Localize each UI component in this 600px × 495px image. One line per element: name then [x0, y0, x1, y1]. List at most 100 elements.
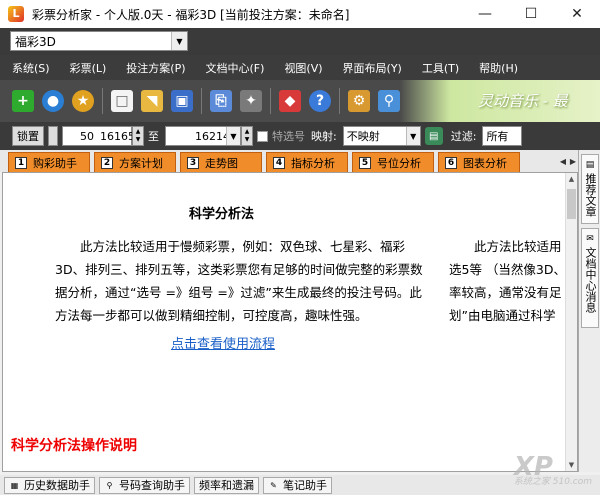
wand-icon[interactable]: ✦: [240, 90, 262, 112]
lock-button[interactable]: 锁置: [12, 126, 44, 146]
side-tab-doc-messages[interactable]: ✉ 文档中心消息: [581, 228, 599, 328]
tab-label: 号位分析: [377, 156, 421, 170]
chevron-right-icon[interactable]: ▶: [568, 154, 578, 168]
bottom-tab-label: 历史数据助手: [24, 479, 90, 492]
tab-plan[interactable]: 2 方案计划: [94, 152, 176, 172]
mapping-value: 不映射: [346, 130, 380, 143]
count-range-input[interactable]: 50 16165: [62, 126, 135, 146]
menu-tools[interactable]: 工具(T): [422, 60, 459, 76]
bottom-tab-history[interactable]: ▦ 历史数据助手: [4, 476, 95, 494]
toolbar-divider: [270, 88, 271, 114]
lottery-select[interactable]: 福彩3D ▼: [10, 31, 188, 51]
mapping-label: 映射:: [311, 130, 337, 143]
medal-icon[interactable]: ★: [72, 90, 94, 112]
diamond-icon[interactable]: ◆: [279, 90, 301, 112]
bottom-tab-number-query[interactable]: ⚲ 号码查询助手: [99, 476, 190, 494]
settings-icon[interactable]: ⚙: [348, 90, 370, 112]
special-number-checkbox[interactable]: [257, 130, 268, 142]
watermark-subtext: 系统之家 510.com: [513, 477, 592, 487]
chevron-left-icon[interactable]: ◀: [558, 154, 568, 168]
document-paragraph-next: 此方法比较适用 选5等 （当然像3D、 率较高，通常没有足 划”由电脑通过科学: [449, 235, 574, 327]
tab-trend-chart[interactable]: 3 走势图: [180, 152, 262, 172]
to-select[interactable]: 16214 ▼: [165, 126, 241, 146]
chevron-down-icon[interactable]: ▼: [226, 127, 240, 145]
tab-chart-analysis[interactable]: 6 图表分析: [438, 152, 520, 172]
print-icon[interactable]: ⎘: [210, 90, 232, 112]
document-pane: 科学分析法 此方法比较适用于慢频彩票，例如：双色球、七星彩、福彩3D、排列三、排…: [2, 172, 578, 472]
tab-label: 方案计划: [119, 156, 163, 170]
filter-select[interactable]: 所有: [482, 126, 523, 146]
special-number-label: 特选号: [272, 130, 305, 143]
help-icon[interactable]: ?: [309, 90, 331, 112]
tab-indicator-analysis[interactable]: 4 指标分析: [266, 152, 348, 172]
text-line: 划”由电脑通过科学: [449, 308, 556, 323]
document-paragraph: 此方法比较适用于慢频彩票，例如：双色球、七星彩、福彩3D、排列三、排列五等，这类…: [55, 239, 423, 323]
count-value: 50: [80, 129, 94, 143]
ad-banner[interactable]: 灵动音乐 - 最: [400, 80, 600, 122]
vertical-scrollbar[interactable]: ▲ ▼: [565, 173, 577, 471]
globe-icon[interactable]: ●: [42, 90, 64, 112]
toolbar-divider: [201, 88, 202, 114]
menu-doc-center[interactable]: 文档中心(F): [206, 60, 265, 76]
chart-icon[interactable]: ▤: [424, 127, 443, 145]
bottom-tab-bar: ▦ 历史数据助手 ⚲ 号码查询助手 频率和遗漏 ✎ 笔记助手: [0, 475, 600, 495]
message-icon: ✉: [585, 234, 595, 244]
add-icon[interactable]: +: [12, 90, 34, 112]
menu-plan[interactable]: 投注方案(P): [126, 60, 185, 76]
new-doc-icon[interactable]: □: [111, 90, 133, 112]
lock-toggle[interactable]: [48, 126, 58, 146]
mapping-select[interactable]: 不映射 ▼: [342, 126, 421, 146]
menu-view[interactable]: 视图(V): [284, 60, 322, 76]
side-tab-label: 推荐文章: [584, 173, 597, 217]
menu-layout[interactable]: 界面布局(Y): [343, 60, 402, 76]
tab-scroll: ◀ ▶: [558, 154, 578, 168]
close-icon[interactable]: ✕: [554, 0, 600, 28]
site-watermark: XP 系统之家 510.com: [514, 452, 592, 487]
tab-label: 走势图: [205, 156, 238, 170]
title-bar: L 彩票分析家 - 个人版.0天 - 福彩3D [当前投注方案：未命名] — ☐…: [0, 0, 600, 28]
from-stepper[interactable]: ▲ ▼: [132, 126, 144, 146]
side-tab-label: 文档中心消息: [584, 247, 597, 313]
tab-number: 2: [101, 156, 113, 169]
bottom-tab-label: 号码查询助手: [119, 479, 185, 492]
module-tab-bar: 1 购彩助手 2 方案计划 3 走势图 4 指标分析 5 号位分析 6 图表分析…: [0, 150, 578, 172]
filter-label: 过滤:: [450, 130, 477, 143]
to-stepper[interactable]: ▲ ▼: [241, 126, 253, 146]
window-title: 彩票分析家 - 个人版.0天 - 福彩3D [当前投注方案：未命名]: [32, 7, 350, 22]
tab-number: 4: [273, 156, 285, 169]
tab-position-analysis[interactable]: 5 号位分析: [352, 152, 434, 172]
toolbar-divider: [339, 88, 340, 114]
lottery-select-value: 福彩3D: [15, 34, 56, 49]
to-label: 至: [148, 130, 159, 143]
banner-text: 灵动音乐 - 最: [478, 92, 568, 110]
chevron-down-icon[interactable]: ▼: [171, 32, 187, 50]
menu-system[interactable]: 系统(S): [12, 60, 50, 76]
menu-help[interactable]: 帮助(H): [479, 60, 518, 76]
bottom-tab-notes[interactable]: ✎ 笔记助手: [263, 476, 332, 494]
tab-buy-assistant[interactable]: 1 购彩助手: [8, 152, 90, 172]
section-heading: 科学分析法操作说明: [11, 438, 137, 454]
chevron-down-icon[interactable]: ▼: [405, 127, 420, 145]
menu-bar: 系统(S) 彩票(L) 投注方案(P) 文档中心(F) 视图(V) 界面布局(Y…: [0, 55, 600, 80]
app-logo-icon: L: [8, 6, 24, 22]
scroll-thumb[interactable]: [567, 189, 576, 219]
bottom-tab-label: 频率和遗漏: [199, 479, 254, 492]
tab-number: 6: [445, 156, 457, 169]
lottery-bar: 福彩3D ▼: [0, 28, 600, 55]
save-icon[interactable]: ▣: [171, 90, 193, 112]
scroll-up-icon[interactable]: ▲: [566, 173, 577, 185]
text-line: 率较高，通常没有足: [449, 285, 562, 300]
tab-label: 图表分析: [463, 156, 507, 170]
zoom-icon[interactable]: ⚲: [378, 90, 400, 112]
open-folder-icon[interactable]: ◥: [141, 90, 163, 112]
text-line: 此方法比较适用: [474, 239, 562, 254]
search-icon: ⚲: [106, 480, 113, 490]
to-value: 16214: [195, 129, 230, 143]
side-tab-recommended[interactable]: ▤ 推荐文章: [581, 154, 599, 224]
maximize-icon[interactable]: ☐: [508, 0, 554, 28]
menu-lottery[interactable]: 彩票(L): [70, 60, 107, 76]
usage-flow-link[interactable]: 点击查看使用流程: [171, 333, 275, 352]
minimize-icon[interactable]: —: [462, 0, 508, 28]
bottom-tab-frequency[interactable]: 频率和遗漏: [194, 476, 259, 494]
tab-number: 3: [187, 156, 199, 169]
